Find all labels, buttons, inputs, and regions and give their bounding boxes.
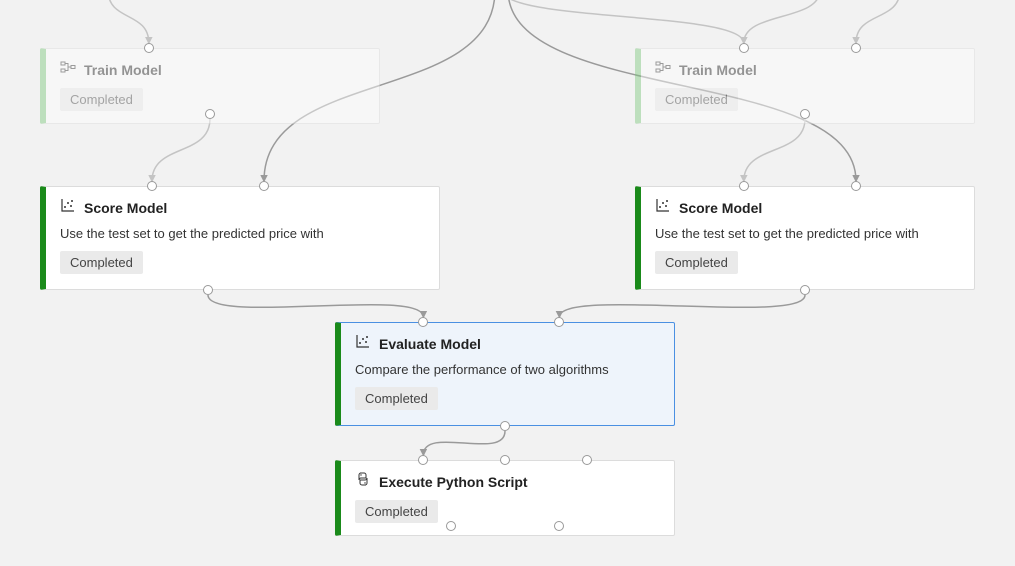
scatter-icon xyxy=(655,197,671,218)
node-title: Execute Python Script xyxy=(379,474,528,490)
status-badge: Completed xyxy=(60,88,143,111)
node-title: Score Model xyxy=(679,200,762,216)
output-port[interactable] xyxy=(800,285,810,295)
node-description: Use the test set to get the predicted pr… xyxy=(60,226,425,241)
output-port[interactable] xyxy=(446,521,456,531)
input-port[interactable] xyxy=(739,181,749,191)
input-port[interactable] xyxy=(147,181,157,191)
input-port[interactable] xyxy=(259,181,269,191)
edge xyxy=(108,0,149,43)
edge xyxy=(856,0,900,43)
node-title: Evaluate Model xyxy=(379,336,481,352)
flow-icon xyxy=(655,59,671,80)
node-eval[interactable]: Evaluate Model Compare the performance of… xyxy=(335,322,675,426)
scatter-icon xyxy=(60,197,76,218)
status-badge: Completed xyxy=(655,88,738,111)
edge xyxy=(559,295,805,317)
input-port[interactable] xyxy=(851,43,861,53)
flow-icon xyxy=(60,59,76,80)
edge xyxy=(744,119,805,181)
input-port[interactable] xyxy=(851,181,861,191)
edge xyxy=(423,431,505,455)
input-port[interactable] xyxy=(739,43,749,53)
pipeline-canvas[interactable]: Train Model Completed Train Model Completed… xyxy=(0,0,1015,566)
python-icon xyxy=(355,471,371,492)
node-exec[interactable]: Execute Python Script Completed xyxy=(335,460,675,536)
node-score1[interactable]: Score Model Use the test set to get the p… xyxy=(40,186,440,290)
input-port[interactable] xyxy=(582,455,592,465)
node-description: Use the test set to get the predicted pr… xyxy=(655,226,960,241)
input-port[interactable] xyxy=(500,455,510,465)
status-badge: Completed xyxy=(355,500,438,523)
output-port[interactable] xyxy=(203,285,213,295)
node-description: Compare the performance of two algorithm… xyxy=(355,362,660,377)
output-port[interactable] xyxy=(500,421,510,431)
output-port[interactable] xyxy=(205,109,215,119)
status-badge: Completed xyxy=(355,387,438,410)
output-port[interactable] xyxy=(800,109,810,119)
node-score2[interactable]: Score Model Use the test set to get the p… xyxy=(635,186,975,290)
edge xyxy=(208,295,423,317)
status-badge: Completed xyxy=(655,251,738,274)
edge xyxy=(502,0,744,43)
edge xyxy=(152,119,210,181)
node-title: Score Model xyxy=(84,200,167,216)
input-port[interactable] xyxy=(144,43,154,53)
node-title: Train Model xyxy=(679,62,757,78)
edge xyxy=(744,0,820,43)
scatter-icon xyxy=(355,333,371,354)
node-title: Train Model xyxy=(84,62,162,78)
status-badge: Completed xyxy=(60,251,143,274)
